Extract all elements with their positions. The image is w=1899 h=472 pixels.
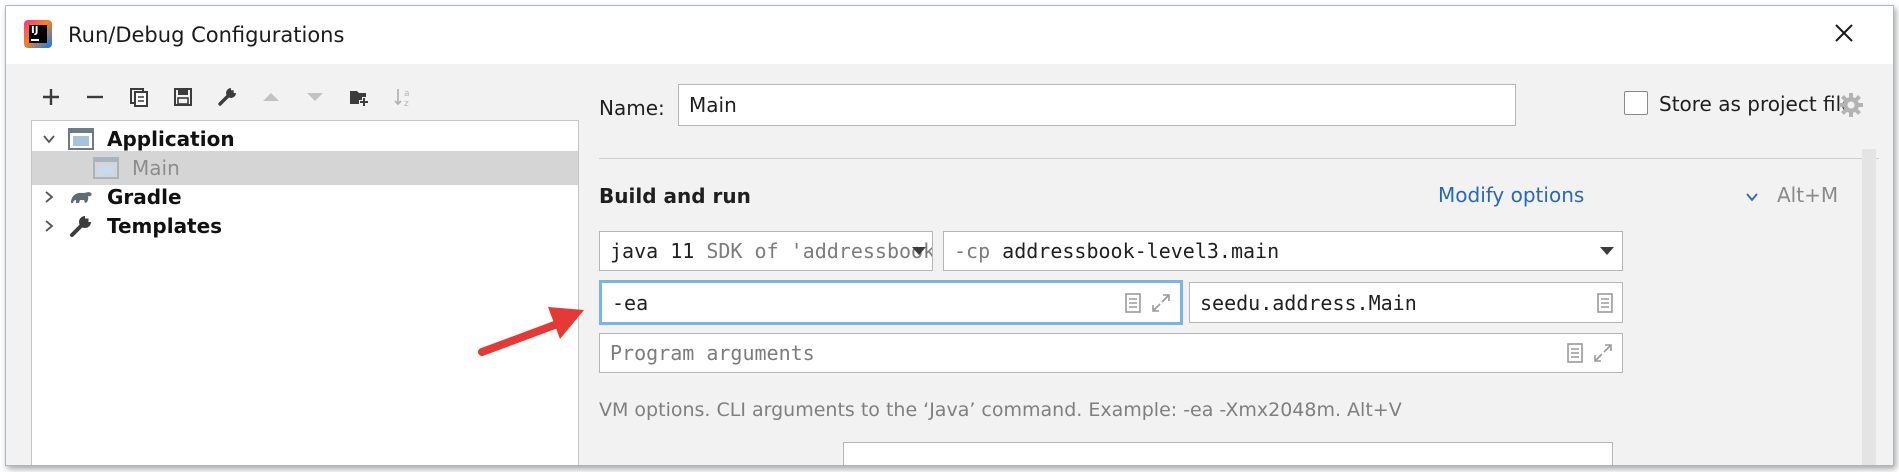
move-up-icon — [263, 93, 279, 101]
jdk-select[interactable]: java 11 SDK of 'addressbook — [599, 231, 933, 271]
tree-item-label: Application — [107, 127, 235, 151]
section-divider — [599, 158, 1879, 159]
new-folder-icon — [350, 91, 369, 107]
program-arguments-input[interactable]: Program arguments — [599, 333, 1623, 373]
dropdown-arrow-icon[interactable] — [1599, 246, 1615, 256]
save-button[interactable] — [168, 82, 198, 112]
add-icon — [43, 89, 59, 105]
expand-icon[interactable] — [1592, 342, 1614, 364]
remove-button[interactable] — [80, 82, 110, 112]
vm-options-input[interactable]: -ea — [599, 280, 1183, 325]
sort-button[interactable]: az — [388, 82, 418, 112]
main-class-input[interactable]: seedu.address.Main — [1189, 282, 1623, 323]
move-up-button[interactable] — [256, 82, 286, 112]
chevron-right-icon[interactable] — [41, 218, 57, 234]
chevron-down-icon[interactable] — [1744, 189, 1760, 205]
tree-item-label: Templates — [107, 214, 223, 238]
gradle-icon — [71, 192, 92, 203]
svg-text:z: z — [404, 99, 409, 108]
dialog-title: Run/Debug Configurations — [68, 23, 345, 47]
configurations-tree: Application Main Gradle Templates — [31, 120, 579, 465]
expand-icon[interactable] — [1150, 292, 1172, 314]
close-icon[interactable] — [1829, 18, 1859, 48]
classpath-prefix: -cp — [954, 239, 991, 263]
wrench-icon — [70, 215, 92, 237]
name-input[interactable]: Main — [678, 84, 1516, 126]
classpath-select[interactable]: -cp addressbook-level3.main — [943, 231, 1623, 271]
move-down-icon — [307, 93, 323, 101]
configurations-panel: az Application Main Gradle Templates — [6, 64, 579, 465]
intellij-icon: IJ — [24, 20, 52, 48]
save-icon — [174, 88, 192, 106]
gear-icon[interactable] — [1837, 91, 1865, 119]
application-icon — [93, 157, 119, 179]
configurations-toolbar: az — [36, 82, 432, 112]
application-icon — [68, 128, 94, 150]
name-label: Name: — [599, 96, 665, 120]
svg-text:a: a — [404, 89, 410, 99]
program-arguments-placeholder: Program arguments — [610, 341, 815, 365]
app-icon-label: IJ — [31, 25, 39, 36]
copy-icon — [130, 88, 148, 107]
chevron-down-icon[interactable] — [41, 131, 57, 147]
title-bar: IJ Run/Debug Configurations — [6, 6, 1893, 64]
remove-icon — [87, 95, 103, 99]
document-icon[interactable] — [1122, 292, 1144, 314]
tree-item-label: Main — [132, 156, 180, 180]
store-as-project-file-label: Store as project file — [1659, 92, 1854, 116]
modify-options-link[interactable]: Modify options — [1438, 183, 1584, 207]
classpath-value: addressbook-level3.main — [1002, 239, 1280, 263]
next-field-input[interactable] — [843, 442, 1613, 465]
dropdown-arrow-icon[interactable] — [911, 246, 927, 256]
move-down-button[interactable] — [300, 82, 330, 112]
document-icon[interactable] — [1564, 342, 1586, 364]
jdk-name: java 11 — [610, 239, 695, 263]
vm-options-hint: VM options. CLI arguments to the ‘Java’ … — [599, 399, 1402, 421]
configuration-editor: Name: Main Store as project file Build a… — [579, 64, 1893, 465]
document-icon[interactable] — [1594, 292, 1616, 314]
sort-icon: az — [394, 89, 410, 108]
section-title: Build and run — [599, 184, 751, 208]
add-button[interactable] — [36, 82, 66, 112]
wrench-icon — [218, 87, 237, 106]
modify-options-shortcut: Alt+M — [1777, 183, 1839, 207]
copy-button[interactable] — [124, 82, 154, 112]
vertical-scrollbar[interactable] — [1862, 149, 1876, 465]
jdk-detail: SDK of 'addressbook — [706, 239, 933, 263]
tree-item-templates[interactable]: Templates — [32, 209, 578, 243]
edit-templates-button[interactable] — [212, 82, 242, 112]
run-debug-dialog: IJ Run/Debug Configurations a z Applicat… — [5, 5, 1894, 466]
new-folder-button[interactable] — [344, 82, 374, 112]
tree-item-label: Gradle — [107, 185, 182, 209]
store-as-project-file-checkbox[interactable] — [1624, 91, 1648, 115]
chevron-right-icon[interactable] — [41, 189, 57, 205]
